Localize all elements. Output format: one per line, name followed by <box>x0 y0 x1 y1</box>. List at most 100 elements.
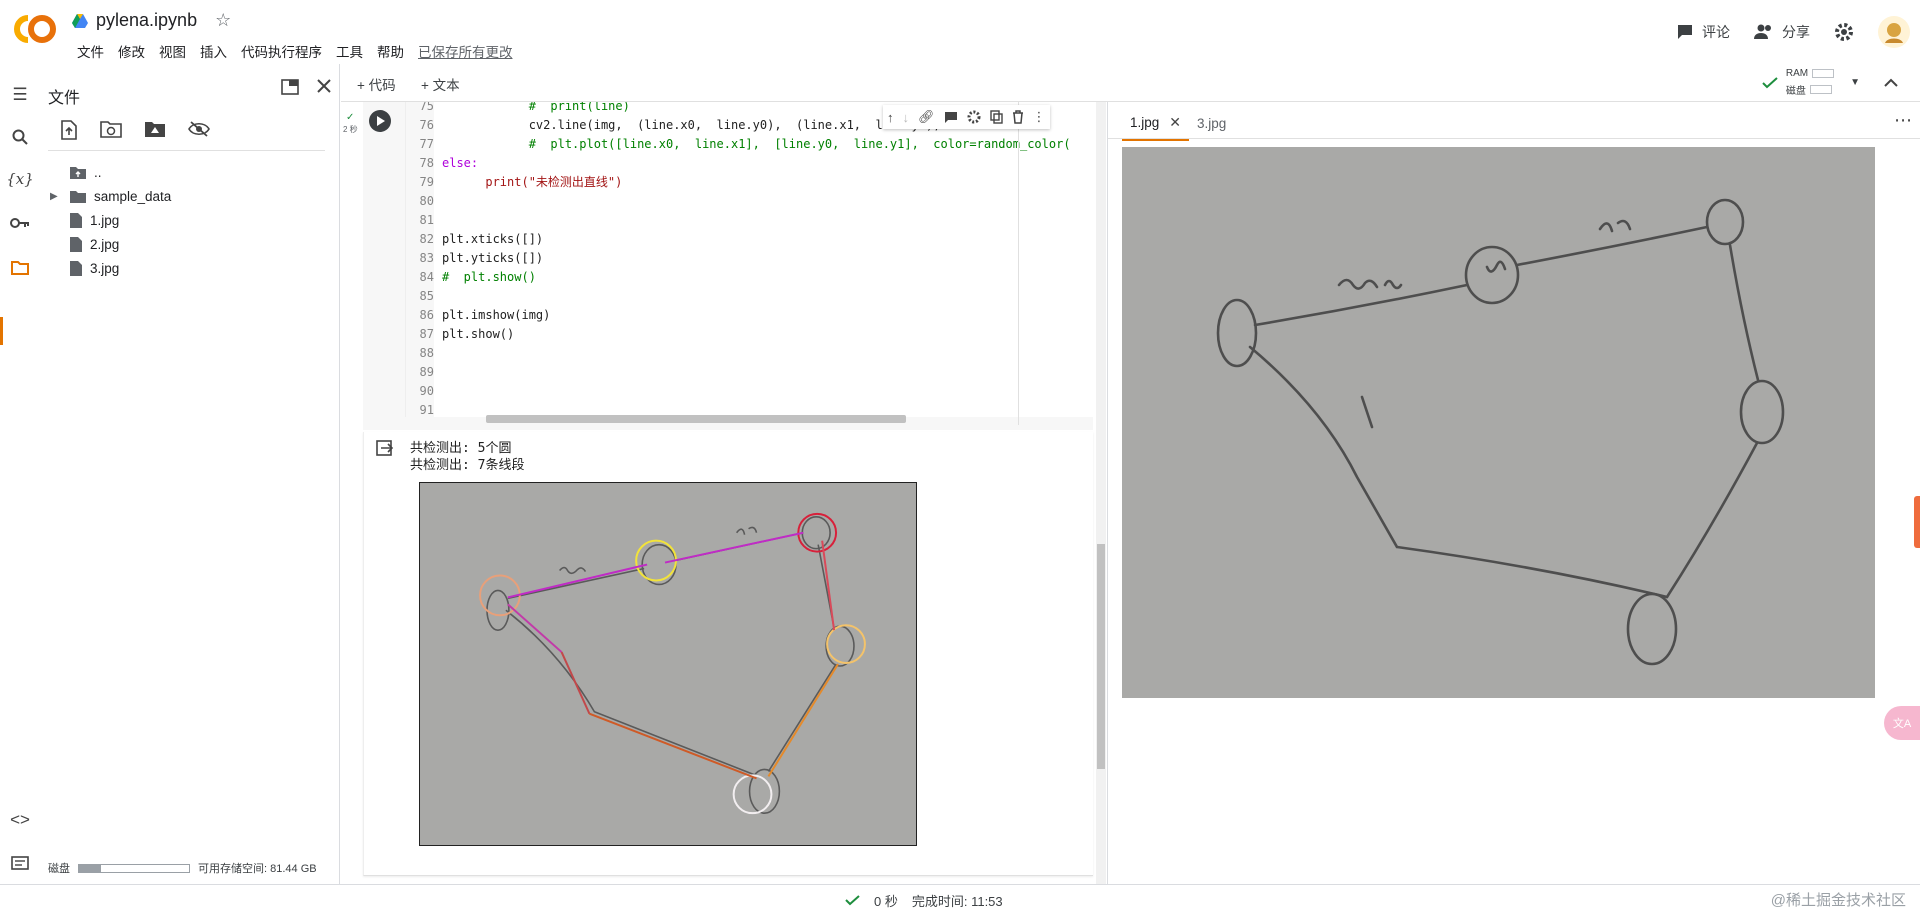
move-up-icon[interactable]: ↑ <box>887 110 894 125</box>
tree-item-1jpg[interactable]: 1.jpg <box>50 208 171 232</box>
line-number: 76 <box>419 118 434 132</box>
elapsed-time[interactable]: 0 秒 <box>874 891 898 910</box>
app-header: pylena.ipynb ☆ 文件 修改 视图 插入 代码执行程序 工具 帮助 … <box>0 0 1920 64</box>
terminal-icon[interactable] <box>9 852 31 874</box>
avatar-image-icon <box>1885 23 1903 43</box>
key-icon[interactable] <box>9 212 31 234</box>
add-code-button[interactable]: + 代码 <box>357 74 396 94</box>
code-line[interactable]: plt.imshow(img) <box>442 306 1071 325</box>
code-horizontal-scrollbar[interactable] <box>486 415 906 423</box>
image-viewer-pane: 1.jpg ✕ 3.jpg ⋯ <box>1107 102 1920 884</box>
comment-button[interactable]: 评论 <box>1676 22 1730 42</box>
output-line: 共检测出: 7条线段 <box>410 458 525 473</box>
completed-time: 完成时间: 11:53 <box>911 894 1003 909</box>
files-folder-icon[interactable] <box>9 256 31 278</box>
tab-close-icon[interactable]: ✕ <box>1169 114 1181 131</box>
refresh-folder-icon[interactable] <box>100 120 122 138</box>
move-down-icon[interactable]: ↓ <box>903 110 910 125</box>
line-number: 84 <box>419 270 434 284</box>
notebook-title[interactable]: pylena.ipynb <box>96 10 197 31</box>
hide-eye-icon[interactable] <box>188 120 210 138</box>
tree-item-sample-data[interactable]: ▶ sample_data <box>50 184 171 208</box>
code-text[interactable]: # print(line) cv2.line(img, (line.x0, li… <box>442 102 1071 420</box>
settings-gear-icon[interactable] <box>1834 22 1854 42</box>
cell-settings-gear-icon[interactable] <box>967 110 981 124</box>
code-line[interactable]: plt.yticks([]) <box>442 249 1071 268</box>
available-storage: 可用存储空间: 81.44 GB <box>198 863 317 875</box>
add-text-button[interactable]: + 文本 <box>421 74 460 94</box>
code-line[interactable]: plt.show() <box>442 325 1071 344</box>
file-icon <box>70 260 82 276</box>
people-icon <box>1754 24 1771 39</box>
line-numbers: 75 76 77 78 79 80 81 82 83 84 85 86 87 88 89 90 91 <box>406 102 434 420</box>
code-line[interactable]: print("未检测出直线") <box>442 173 1071 192</box>
code-cell[interactable]: 75 76 77 78 79 80 81 82 83 84 85 86 87 88 89 90 91 # pri… <box>363 102 1093 430</box>
notebook-scroll-thumb[interactable] <box>1097 544 1105 769</box>
close-icon[interactable] <box>317 79 331 93</box>
mirror-cell-icon[interactable] <box>989 110 1003 124</box>
variables-icon[interactable]: {x} <box>6 168 34 190</box>
tab-3jpg[interactable]: 3.jpg <box>1189 108 1234 141</box>
mount-drive-icon[interactable] <box>144 120 166 138</box>
code-line[interactable] <box>442 382 1071 401</box>
saved-status-link[interactable]: 已保存所有更改 <box>411 41 520 61</box>
menu-insert[interactable]: 插入 <box>193 41 234 61</box>
code-editor[interactable]: 75 76 77 78 79 80 81 82 83 84 85 86 87 88 89 90 91 # pri… <box>405 102 1093 425</box>
share-button[interactable]: 分享 <box>1754 22 1810 42</box>
menu-view[interactable]: 视图 <box>152 41 193 61</box>
file-panel-divider <box>48 150 325 151</box>
code-line[interactable]: # plt.plot([line.x0, line.x1], [line.y0,… <box>442 135 1071 154</box>
collapse-chevron-up-icon[interactable] <box>1884 78 1898 87</box>
tree-item-2jpg[interactable]: 2.jpg <box>50 232 171 256</box>
viewer-more-icon[interactable]: ⋯ <box>1894 110 1912 131</box>
connected-check-icon <box>1762 76 1778 88</box>
colab-logo[interactable] <box>14 14 56 44</box>
user-avatar[interactable] <box>1878 16 1910 48</box>
more-vert-icon[interactable]: ⋮ <box>1033 109 1046 125</box>
delete-trash-icon[interactable] <box>1012 110 1024 124</box>
translate-icon[interactable]: 文A <box>1884 706 1920 740</box>
runtime-resources[interactable]: RAM 磁盘 ▼ <box>1762 68 1860 97</box>
output-actions-icon[interactable] <box>376 440 394 456</box>
file-icon <box>70 236 82 252</box>
code-snippets-icon[interactable]: <> <box>9 809 31 831</box>
ram-meter <box>1812 69 1835 78</box>
line-number: 82 <box>419 232 434 246</box>
status-bar: 0 秒 完成时间: 11:53 @稀土掘金技术社区 <box>0 884 1920 911</box>
code-line[interactable]: plt.xticks([]) <box>442 230 1071 249</box>
expand-caret-icon[interactable]: ▶ <box>50 191 62 202</box>
comment-cell-icon[interactable] <box>944 111 958 124</box>
code-line[interactable] <box>442 287 1071 306</box>
drive-icon <box>72 13 88 28</box>
menu-edit[interactable]: 修改 <box>111 41 152 61</box>
notebook-vertical-scrollbar[interactable] <box>1096 102 1106 884</box>
exec-time: 2 秒 <box>343 125 358 134</box>
comment-icon <box>1678 25 1692 39</box>
code-line[interactable]: # plt.show() <box>442 268 1071 287</box>
tree-item-label: 2.jpg <box>90 236 120 252</box>
link-icon[interactable]: 🔗︎ <box>918 109 935 125</box>
disk-usage-bar <box>78 863 190 873</box>
code-line[interactable] <box>442 211 1071 230</box>
search-icon[interactable] <box>9 126 31 148</box>
notebook-content: ✓ 2 秒 75 76 77 78 79 80 81 82 83 84 85 86 87 88 89 90 91… <box>341 102 1106 884</box>
line-number: 80 <box>419 194 434 208</box>
menu-file[interactable]: 文件 <box>70 41 111 61</box>
menu-tools[interactable]: 工具 <box>329 41 370 61</box>
menu-runtime[interactable]: 代码执行程序 <box>234 41 329 61</box>
tab-1jpg[interactable]: 1.jpg ✕ <box>1122 108 1190 141</box>
code-line[interactable] <box>442 363 1071 382</box>
code-line[interactable] <box>442 192 1071 211</box>
tree-item-parent[interactable]: .. <box>50 160 171 184</box>
code-line[interactable] <box>442 344 1071 363</box>
run-cell-button[interactable] <box>369 110 391 132</box>
open-in-tab-icon[interactable] <box>281 79 299 95</box>
star-icon[interactable]: ☆ <box>215 10 231 31</box>
runtime-dropdown-icon[interactable]: ▼ <box>1850 77 1860 88</box>
upload-file-icon[interactable] <box>60 120 78 140</box>
code-line[interactable]: else: <box>442 154 1071 173</box>
line-number: 83 <box>419 251 434 265</box>
tree-item-3jpg[interactable]: 3.jpg <box>50 256 171 280</box>
menu-help[interactable]: 帮助 <box>370 41 411 61</box>
toc-list-icon[interactable]: ☰ <box>9 84 31 106</box>
